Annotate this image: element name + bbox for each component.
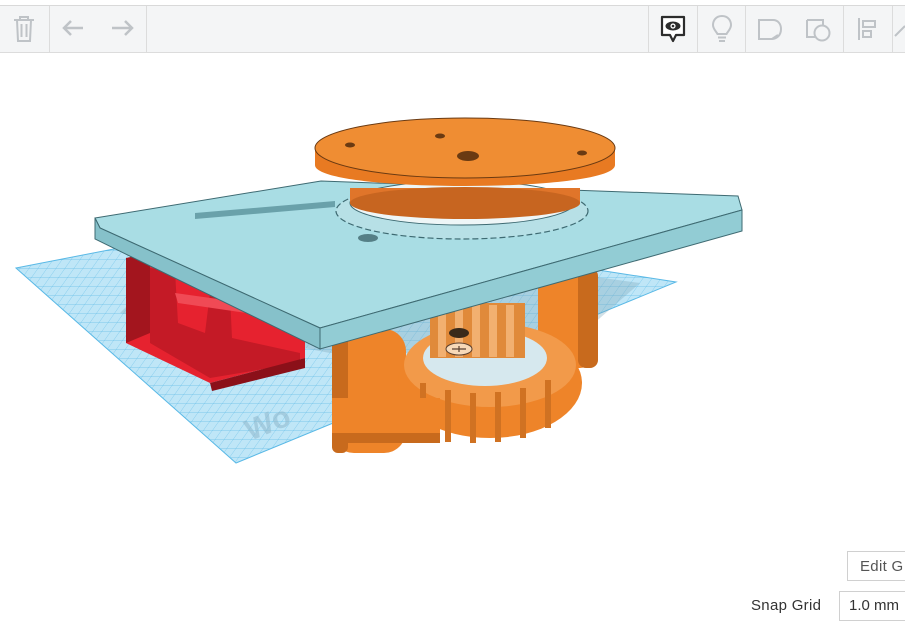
undo-button[interactable] [50, 6, 98, 52]
edit-grid-label: Edit G [860, 558, 904, 575]
snap-grid-select[interactable]: 1.0 mm [839, 591, 905, 621]
redo-button[interactable] [98, 6, 146, 52]
hole-shape-icon [806, 19, 831, 42]
snap-grid-label: Snap Grid [751, 597, 822, 614]
edit-grid-button[interactable]: Edit G [847, 551, 905, 581]
hole-shape-button[interactable] [794, 6, 842, 52]
scene-canvas: Wo [14, 117, 743, 464]
align-icon [858, 18, 876, 40]
snap-grid-value: 1.0 mm [849, 597, 900, 614]
3d-viewport[interactable]: Wo Edit G Snap Grid 1.0 mm [0, 53, 905, 621]
delete-button[interactable] [0, 6, 48, 52]
editor-toolbar [0, 6, 905, 53]
ruler-icon [894, 25, 905, 37]
notes-toggle-button[interactable] [649, 6, 697, 52]
trash-icon [14, 16, 34, 42]
solid-shape-icon [758, 19, 783, 40]
undo-arrow-icon [62, 20, 83, 36]
align-button[interactable] [844, 6, 892, 52]
measure-tool-button[interactable] [893, 6, 905, 52]
lightbulb-icon [711, 14, 733, 42]
solid-shape-button[interactable] [746, 6, 794, 52]
hint-button[interactable] [698, 6, 746, 52]
toolbar-separator [146, 6, 147, 52]
eye-speech-bubble-icon [660, 15, 686, 43]
redo-arrow-icon [112, 20, 134, 36]
orange-top-disc [314, 117, 616, 219]
